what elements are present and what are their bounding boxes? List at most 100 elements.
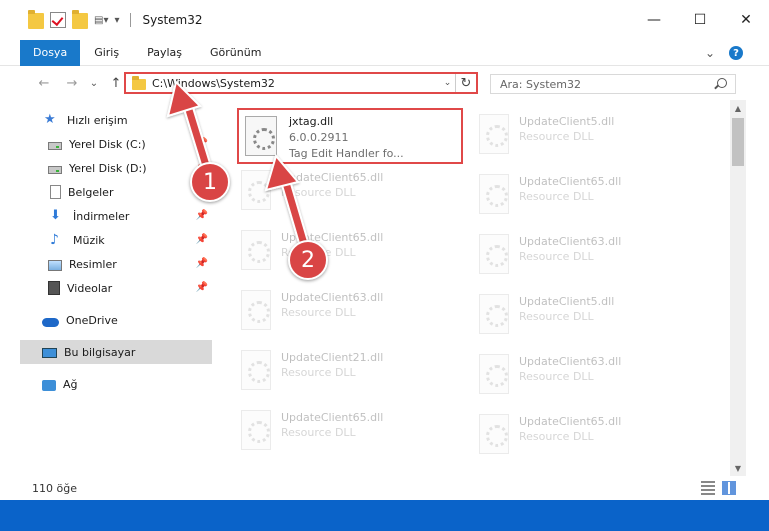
- navigation-pane: ★ Hızlı erişim Yerel Disk (C:) 📌 Yerel D…: [20, 104, 212, 476]
- maximize-button[interactable]: ☐: [677, 0, 723, 40]
- file-type: Resource DLL: [519, 250, 594, 263]
- sidebar-item-label: Videolar: [67, 281, 113, 295]
- list-item[interactable]: UpdateClient63.dll Resource DLL: [475, 348, 695, 400]
- refresh-button[interactable]: ↻: [456, 76, 476, 91]
- file-name: UpdateClient65.dll: [281, 171, 384, 184]
- list-item[interactable]: UpdateClient65.dll Resource DLL: [237, 164, 457, 216]
- address-dropdown-button[interactable]: ⌄: [440, 74, 456, 92]
- sidebar-item-label: Hızlı erişim: [67, 113, 128, 127]
- sidebar-item-this-pc[interactable]: Bu bilgisayar: [20, 340, 212, 364]
- file-type: Resource DLL: [281, 426, 356, 439]
- video-icon: [48, 281, 60, 295]
- drive-icon: [48, 141, 62, 150]
- pin-icon: 📌: [195, 282, 208, 293]
- tab-gorunum[interactable]: Görünüm: [196, 40, 275, 66]
- up-button[interactable]: ↑: [106, 76, 126, 91]
- status-bar: 110 öğe: [0, 476, 769, 500]
- window-title: System32: [142, 13, 203, 27]
- sidebar-item-label: Resimler: [69, 257, 117, 271]
- scroll-thumb[interactable]: [732, 118, 744, 166]
- step-1-badge: 1: [190, 162, 230, 202]
- close-button[interactable]: ✕: [723, 0, 769, 40]
- details-view-icon[interactable]: [701, 481, 715, 495]
- list-item[interactable]: UpdateClient65.dllResource DLL: [475, 408, 695, 460]
- pin-icon: 📌: [195, 234, 208, 245]
- list-item[interactable]: UpdateClient65.dllResource DLL: [237, 224, 457, 276]
- drive-icon: [48, 165, 62, 174]
- list-item[interactable]: UpdateClient21.dll Resource DLL: [237, 344, 457, 396]
- dll-file-icon: [241, 290, 271, 330]
- dll-file-icon: [479, 234, 509, 274]
- dll-file-icon: [479, 294, 509, 334]
- document-icon: [50, 185, 61, 199]
- dll-file-icon: [241, 350, 271, 390]
- dll-file-icon: [479, 174, 509, 214]
- download-icon: ⬇: [50, 208, 61, 223]
- minimize-button[interactable]: —: [631, 0, 677, 40]
- pin-icon: 📌: [195, 258, 208, 269]
- file-name: UpdateClient65.dll: [519, 415, 622, 428]
- pictures-icon: [48, 259, 62, 271]
- tab-giris[interactable]: Giriş: [80, 40, 133, 66]
- sidebar-item-onedrive[interactable]: OneDrive: [20, 308, 212, 332]
- tab-dosya[interactable]: Dosya: [20, 39, 81, 66]
- help-icon[interactable]: ?: [729, 46, 743, 60]
- cloud-icon: [42, 317, 59, 327]
- list-item[interactable]: UpdateClient63.dll Resource DLL: [475, 228, 695, 280]
- sidebar-item-pictures[interactable]: Resimler 📌: [20, 252, 212, 276]
- sidebar-item-music[interactable]: ♪ Müzik 📌: [20, 228, 212, 252]
- sidebar-item-documents[interactable]: Belgeler 📌: [20, 180, 212, 204]
- file-type: Resource DLL: [281, 186, 356, 199]
- back-button[interactable]: ←: [34, 76, 54, 91]
- dll-file-icon: [245, 116, 277, 156]
- search-icon[interactable]: [717, 78, 727, 88]
- vertical-scrollbar[interactable]: ▲ ▼: [730, 100, 746, 476]
- sidebar-item-quick-access[interactable]: ★ Hızlı erişim: [20, 108, 212, 132]
- sidebar-item-label: Yerel Disk (D:): [69, 161, 147, 175]
- search-box[interactable]: Ara: System32: [490, 74, 736, 94]
- star-icon: ★: [44, 112, 56, 127]
- sidebar-item-network[interactable]: Ağ: [20, 372, 212, 396]
- file-name: jxtag.dll: [289, 115, 334, 128]
- list-item[interactable]: UpdateClient5.dll Resource DLL: [475, 108, 695, 160]
- sidebar-item-local-disk-c[interactable]: Yerel Disk (C:) 📌: [20, 132, 212, 156]
- sidebar-item-local-disk-d[interactable]: Yerel Disk (D:) 📌: [20, 156, 212, 180]
- file-type: Resource DLL: [281, 306, 356, 319]
- pin-icon: 📌: [195, 210, 208, 221]
- sidebar-item-label: İndirmeler: [73, 209, 130, 223]
- tab-paylas[interactable]: Paylaş: [133, 40, 196, 66]
- customize-toolbar-icon[interactable]: ▤▾: [94, 15, 108, 26]
- file-name: UpdateClient5.dll: [519, 295, 615, 308]
- tiles-view-icon[interactable]: [722, 481, 736, 495]
- network-icon: [42, 379, 56, 391]
- sidebar-item-videos[interactable]: Videolar 📌: [20, 276, 212, 300]
- list-item[interactable]: UpdateClient65.dll Resource DLL: [237, 404, 457, 456]
- address-bar[interactable]: C:\Windows\System32 ⌄ ↻: [124, 72, 478, 94]
- folder-icon[interactable]: [28, 10, 44, 29]
- sidebar-item-downloads[interactable]: ⬇ İndirmeler 📌: [20, 204, 212, 228]
- recent-locations-button[interactable]: ⌄: [84, 78, 104, 89]
- file-list: UpdateClient65.dll Resource DLL UpdateCli…: [213, 104, 729, 476]
- navigation-bar: ← → ⌄ ↑ C:\Windows\System32 ⌄ ↻ Ara: Sys…: [0, 66, 769, 100]
- file-type: Resource DLL: [519, 130, 594, 143]
- scroll-up-icon[interactable]: ▲: [730, 100, 746, 116]
- address-path[interactable]: C:\Windows\System32: [152, 77, 440, 90]
- highlighted-file-jxtag[interactable]: jxtag.dll 6.0.0.2911 Tag Edit Handler fo…: [237, 108, 463, 164]
- scroll-down-icon[interactable]: ▼: [730, 460, 746, 476]
- toolbar-dropdown-icon[interactable]: ▾: [114, 15, 119, 26]
- file-name: UpdateClient63.dll: [519, 355, 622, 368]
- list-item[interactable]: UpdateClient63.dll Resource DLL: [237, 284, 457, 336]
- file-type: Resource DLL: [519, 310, 594, 323]
- properties-icon[interactable]: [50, 12, 66, 28]
- new-folder-icon[interactable]: [72, 10, 88, 29]
- computer-icon: [42, 347, 57, 358]
- file-version: 6.0.0.2911: [289, 131, 349, 144]
- file-type: Resource DLL: [519, 370, 594, 383]
- forward-button[interactable]: →: [62, 76, 82, 91]
- list-item[interactable]: UpdateClient5.dll Resource DLL: [475, 288, 695, 340]
- list-item[interactable]: UpdateClient65.dllResource DLL: [475, 168, 695, 220]
- pin-icon: 📌: [195, 138, 208, 149]
- expand-ribbon-icon[interactable]: ⌄: [705, 46, 715, 60]
- file-name: UpdateClient5.dll: [519, 115, 615, 128]
- file-name: UpdateClient65.dll: [281, 411, 384, 424]
